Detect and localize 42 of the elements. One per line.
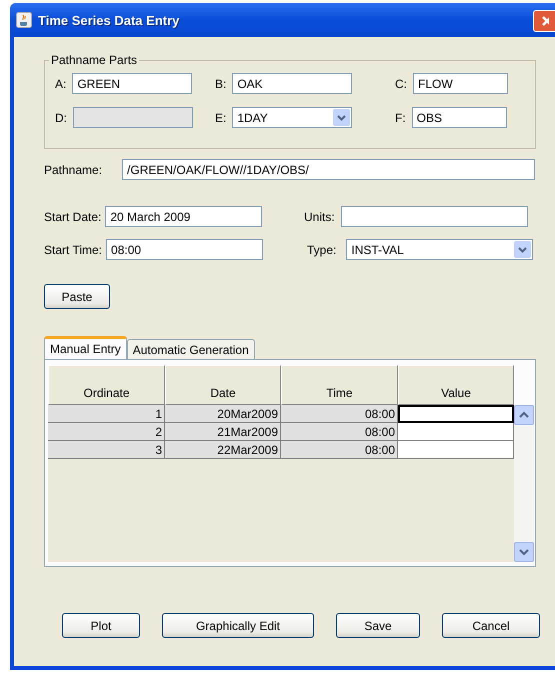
field-label: A: (55, 76, 66, 90)
dropdown-field[interactable]: INST-VAL (346, 239, 534, 260)
tab[interactable]: Automatic Generation (126, 339, 255, 359)
table-cell: 2 (48, 423, 165, 441)
table-cell: 08:00 (281, 441, 398, 459)
dialog-button[interactable]: Graphically Edit (162, 613, 314, 638)
column-header[interactable]: Value (398, 365, 514, 405)
table-cell: 08:00 (281, 423, 398, 441)
text-field[interactable]: OAK (232, 73, 352, 94)
dialog-button[interactable]: Save (336, 613, 420, 638)
text-field[interactable]: FLOW (413, 73, 508, 94)
paste-button[interactable]: Paste (44, 284, 110, 309)
dropdown-field[interactable]: 1DAY (232, 107, 352, 128)
dialog-button[interactable]: Plot (62, 613, 140, 638)
text-field[interactable]: OBS (412, 107, 507, 128)
field-label: Pathname: (44, 162, 102, 176)
table-cell: 08:00 (281, 405, 398, 423)
field-label: Start Time: (44, 242, 102, 256)
window-title: Time Series Data Entry (38, 12, 180, 28)
field-label: F: (395, 110, 406, 124)
table-cell: 1 (48, 405, 165, 423)
table-cell: 21Mar2009 (165, 423, 281, 441)
field-label: Start Date: (44, 210, 102, 224)
table-cell: 20Mar2009 (165, 405, 281, 423)
column-header[interactable]: Date (165, 365, 281, 405)
column-header[interactable]: Ordinate (48, 365, 165, 405)
field-label: B: (215, 76, 226, 90)
field-label: E: (215, 110, 226, 124)
text-field[interactable]: 20 March 2009 (105, 206, 262, 227)
field-label: C: (395, 76, 407, 90)
field-label: Units: (304, 210, 335, 224)
dialog-button[interactable]: Cancel (442, 613, 540, 638)
table-cell: 22Mar2009 (165, 441, 281, 459)
text-field[interactable]: /GREEN/OAK/FLOW//1DAY/OBS/ (122, 159, 536, 180)
group-title: Pathname Parts (50, 53, 138, 67)
field-label: D: (55, 110, 67, 124)
table-cell: 3 (48, 441, 165, 459)
column-header[interactable]: Time (281, 365, 398, 405)
text-field[interactable]: GREEN (72, 73, 192, 94)
tab[interactable]: Manual Entry (44, 336, 127, 359)
text-field[interactable]: 08:00 (106, 239, 264, 260)
field-label: Type: (307, 242, 336, 256)
